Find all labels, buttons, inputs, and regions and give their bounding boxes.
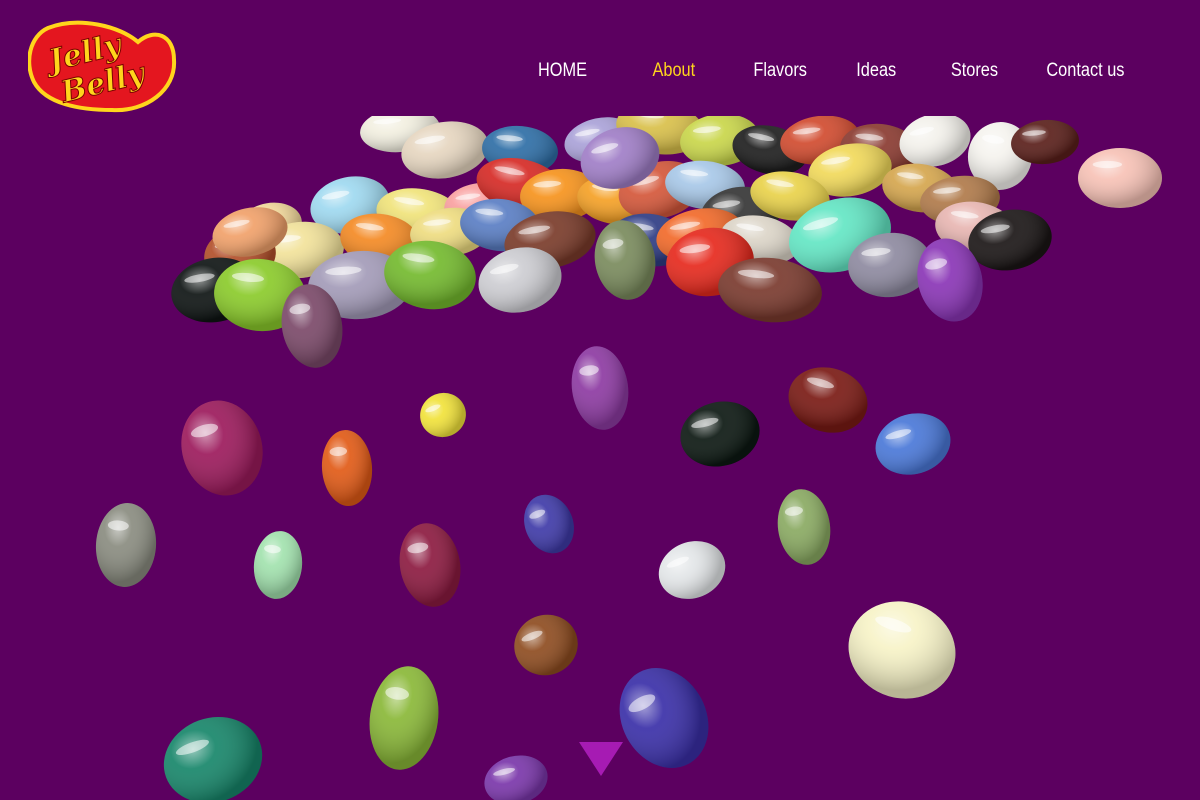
jelly-bean-shine [848,601,956,699]
jelly-bean-shine [524,494,574,554]
jelly-bean [875,413,951,475]
nav-slot-stores: Stores [930,56,1018,86]
jelly-bean [788,367,868,433]
jelly-bean-shine [777,489,831,565]
jelly-bean-shine [484,755,548,800]
jelly-bean [399,523,461,607]
jelly-bean-shine [399,523,461,607]
nav-ideas[interactable]: Ideas [856,56,896,86]
jelly-bean-shine [788,367,868,433]
main-nav: HOME About Flavors Ideas Stores Contact … [516,56,1140,86]
jelly-bean [420,392,466,438]
page: Jelly Belly HOME About Flavors Ideas Sto… [0,0,1200,800]
jelly-bean-highlight [1092,160,1123,169]
jelly-bean-shine [571,346,629,430]
jelly-bean [1078,148,1162,208]
jelly-bean [253,531,303,599]
nav-home[interactable]: HOME [537,56,586,86]
jelly-bean-shine [420,392,466,438]
jelly-bean-shine [369,666,439,770]
jelly-belly-logo[interactable]: Jelly Belly [28,20,178,116]
nav-slot-about: About [620,56,728,86]
site-header: Jelly Belly HOME About Flavors Ideas Sto… [0,0,1200,116]
jelly-bean-shine [680,401,760,467]
nav-about[interactable]: About [653,56,696,86]
nav-slot-home: HOME [516,56,608,86]
jelly-bean [369,666,439,770]
jelly-bean [514,614,578,676]
jelly-bean-shine [658,541,726,599]
scroll-down-arrow-icon[interactable] [579,742,623,776]
jelly-bean-shine [95,503,157,587]
jelly-bean [95,503,157,587]
jelly-bean [181,400,263,496]
nav-slot-contact: Contact us [1030,56,1140,86]
jelly-bean-group [95,101,1162,800]
jelly-bean [163,716,263,800]
jelly-bean [680,401,760,467]
jelly-bean-shine [875,413,951,475]
jelly-bean [321,430,373,506]
jelly-bean [777,489,831,565]
nav-slot-flavors: Flavors [736,56,824,86]
jelly-bean-shine [181,400,263,496]
jelly-bean [848,601,956,699]
jelly-bean-shine [514,614,578,676]
jelly-bean [524,494,574,554]
nav-slot-ideas: Ideas [832,56,920,86]
jelly-bean-shine [1078,148,1162,208]
jelly-bean-shine [163,716,263,800]
jelly-bean-shine [321,430,373,506]
jelly-bean [658,541,726,599]
jelly-beans-illustration [95,101,1162,800]
nav-stores[interactable]: Stores [950,56,997,86]
jelly-belly-logo-graphic: Jelly Belly [28,20,177,113]
jelly-bean [484,755,548,800]
hero-jelly-beans-image [0,101,1200,800]
jelly-bean [571,346,629,430]
nav-flavors[interactable]: Flavors [753,56,807,86]
jelly-bean-shine [253,531,303,599]
nav-contact-us[interactable]: Contact us [1046,56,1124,86]
